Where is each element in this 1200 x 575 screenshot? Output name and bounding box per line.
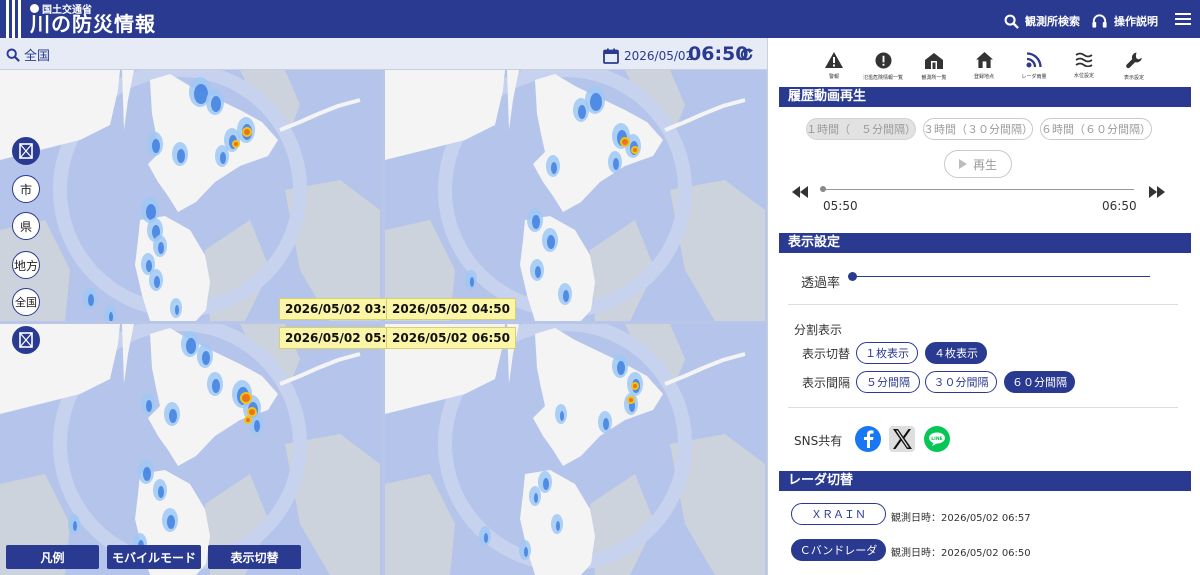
facebook-icon xyxy=(864,430,874,448)
single-view-button[interactable]: １枚表示 xyxy=(856,342,918,364)
search-icon xyxy=(1004,14,1019,29)
toolbar-alert-list[interactable]: 氾濫危険情報一覧 xyxy=(863,52,903,81)
zoom-national-button[interactable]: 全国 xyxy=(12,288,40,316)
timeline-track[interactable] xyxy=(823,189,1134,190)
water-level-icon xyxy=(1075,52,1093,68)
radar-panel-3[interactable] xyxy=(0,324,381,575)
layers-icon xyxy=(19,143,33,159)
play-button[interactable]: 再生 xyxy=(944,150,1012,178)
transparency-slider[interactable] xyxy=(852,276,1150,277)
divider xyxy=(788,304,1178,305)
split-display-label: 分割表示 xyxy=(794,323,843,337)
area-label: 全国 xyxy=(24,49,51,64)
transparency-slider-handle[interactable] xyxy=(848,272,857,281)
radar-map-area[interactable]: 2026/05/02 03:50 2026/05/02 04:50 2026/0… xyxy=(0,70,767,575)
radar-switch-heading: レーダ切替 xyxy=(779,471,1191,491)
control-panel: 警報 氾濫危険情報一覧 観測所一覧 登録地点 レーダ雨量 水位設定 表示設定 履… xyxy=(767,38,1200,575)
mobile-mode-button[interactable]: モバイルモード xyxy=(107,545,201,569)
home-icon xyxy=(975,52,993,68)
quad-view-button[interactable]: ４枚表示 xyxy=(925,342,987,364)
xrain-observed-time: 観測日時：2026/05/02 06:57 xyxy=(891,513,1031,524)
interval-30min-button[interactable]: ３０分間隔 xyxy=(925,371,997,393)
zoom-prefecture-button[interactable]: 県 xyxy=(12,212,40,240)
fast-forward-icon[interactable] xyxy=(1149,186,1165,198)
history-playback-heading: 履歴動画再生 xyxy=(779,87,1191,107)
radar-panel-2[interactable] xyxy=(385,70,766,321)
line-icon: LINE xyxy=(929,432,945,446)
rewind-icon[interactable] xyxy=(792,186,808,198)
radar-panel-1[interactable] xyxy=(0,70,381,321)
sns-share-label: SNS共有 xyxy=(794,434,843,448)
panel-timestamp-2: 2026/05/02 04:50 xyxy=(386,298,516,320)
app-header: 国土交通省 川の防災情報 観測所検索 操作説明 xyxy=(0,0,1200,38)
area-selector[interactable]: 全国 xyxy=(6,45,50,64)
cband-observed-time: 観測日時：2026/05/02 06:50 xyxy=(891,548,1031,559)
display-toggle-button[interactable]: 表示切替 xyxy=(208,545,301,569)
zoom-city-button[interactable]: 市 xyxy=(12,175,40,203)
layer-toggle-button-2[interactable] xyxy=(12,326,40,354)
layer-toggle-button[interactable] xyxy=(12,137,40,165)
interval-3h-button[interactable]: ３時間（３０分間隔） xyxy=(923,118,1033,140)
line-share-button[interactable]: LINE xyxy=(924,426,950,452)
timeline-end-time: 06:50 xyxy=(1102,199,1137,213)
calendar-icon[interactable] xyxy=(603,48,619,64)
cband-radar-button[interactable]: Ｃバンドレーダ xyxy=(791,539,886,561)
radar-map-4 xyxy=(385,324,766,575)
play-icon xyxy=(958,159,967,169)
radar-map-2 xyxy=(385,70,766,321)
panel-timestamp-4: 2026/05/02 06:50 xyxy=(386,327,516,349)
wrench-icon xyxy=(1125,52,1142,69)
interval-5min-button[interactable]: ５分間隔 xyxy=(856,371,920,393)
station-search-label: 観測所検索 xyxy=(1025,15,1080,28)
toolbar-radar[interactable]: レーダ雨量 xyxy=(1014,52,1054,80)
toolbar-water-level[interactable]: 水位設定 xyxy=(1064,52,1104,79)
radar-icon xyxy=(1026,52,1042,68)
help-button[interactable]: 操作説明 xyxy=(1091,13,1158,29)
radar-panel-4[interactable] xyxy=(385,324,766,575)
display-interval-label: 表示間隔 xyxy=(802,376,851,390)
toolbar-warning[interactable]: 警報 xyxy=(814,52,854,80)
search-icon xyxy=(6,48,20,62)
observatory-list-icon xyxy=(925,53,943,69)
observation-date: 2026/05/02 xyxy=(624,49,694,63)
logo-stripes xyxy=(6,0,24,38)
radar-map-1 xyxy=(0,70,381,321)
interval-6h-button[interactable]: ６時間（６０分間隔） xyxy=(1040,118,1152,140)
toolbar-settings[interactable]: 表示設定 xyxy=(1114,52,1154,81)
interval-60min-button[interactable]: ６０分間隔 xyxy=(1004,371,1075,393)
timeline-handle[interactable] xyxy=(820,186,826,192)
toolbar-observatory-list[interactable]: 観測所一覧 xyxy=(914,52,954,81)
hamburger-menu-icon[interactable] xyxy=(1175,13,1191,25)
zoom-region-button[interactable]: 地方 xyxy=(12,251,40,279)
map-toolbar: 全国 2026/05/02 06:50 xyxy=(0,38,767,70)
display-toggle-label: 表示切替 xyxy=(802,347,851,361)
x-icon xyxy=(893,429,912,449)
station-search-button[interactable]: 観測所検索 xyxy=(1004,13,1080,29)
display-settings-heading: 表示設定 xyxy=(779,233,1191,253)
alert-icon xyxy=(874,52,892,69)
warning-icon xyxy=(825,52,843,68)
xrain-button[interactable]: ＸＲＡＩＮ xyxy=(791,503,886,525)
headset-icon xyxy=(1092,14,1107,28)
transparency-label: 透過率 xyxy=(801,276,841,291)
legend-button[interactable]: 凡例 xyxy=(6,545,99,569)
x-share-button[interactable] xyxy=(889,426,915,452)
help-label: 操作説明 xyxy=(1114,15,1158,28)
divider xyxy=(788,407,1178,408)
refresh-icon[interactable] xyxy=(739,47,754,62)
app-title[interactable]: 川の防災情報 xyxy=(30,11,156,37)
toolbar-registered[interactable]: 登録地点 xyxy=(964,52,1004,80)
svg-text:LINE: LINE xyxy=(931,436,942,442)
timeline-start-time: 05:50 xyxy=(823,199,858,213)
facebook-share-button[interactable] xyxy=(855,426,881,452)
interval-1h-button[interactable]: １時間（ ５分間隔） xyxy=(806,118,916,140)
layers-icon xyxy=(19,332,33,348)
radar-map-3 xyxy=(0,324,381,575)
